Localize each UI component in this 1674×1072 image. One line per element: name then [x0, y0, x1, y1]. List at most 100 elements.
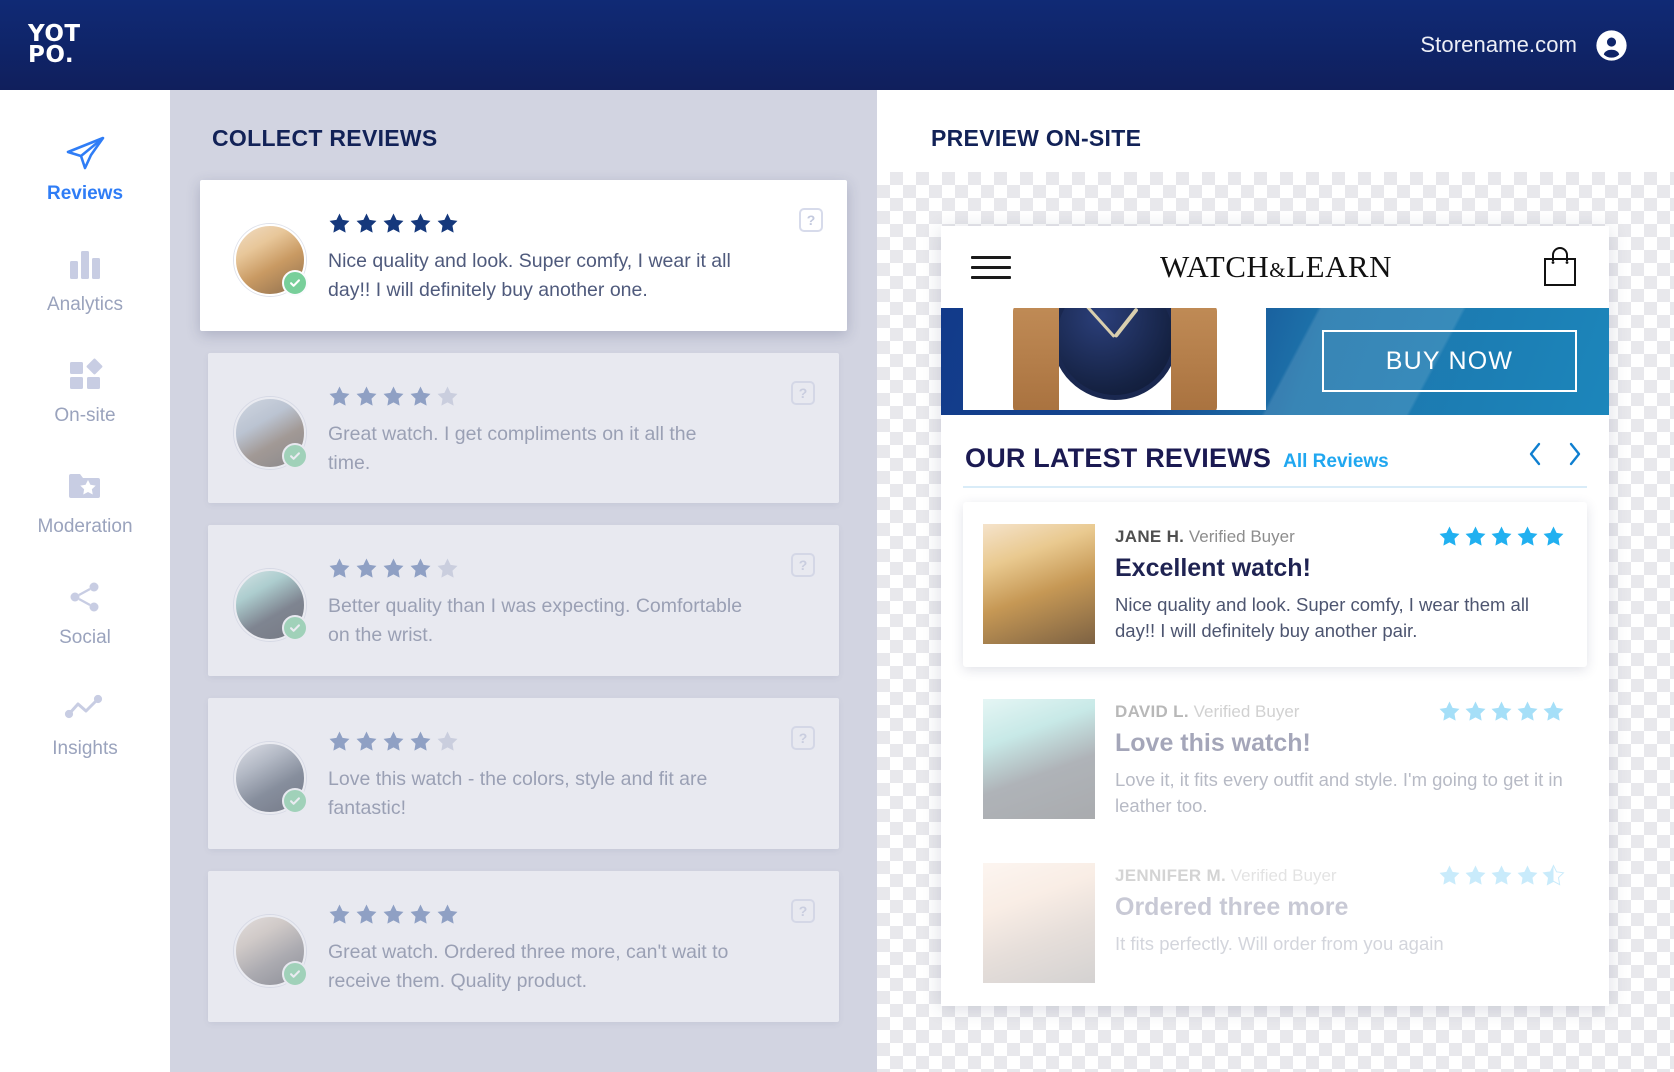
chevron-right-icon[interactable] [1565, 441, 1585, 467]
collect-reviews-title: COLLECT REVIEWS [212, 125, 438, 151]
watch-hour-hand [1112, 308, 1139, 339]
collect-reviews-list: Nice quality and look. Super comfy, I we… [170, 180, 877, 1022]
app-root: YOT PO. Storename.com Reviews Analytics … [0, 0, 1674, 1072]
verified-check-icon [282, 442, 308, 469]
star-rating [328, 730, 815, 753]
preview-review-thumbnail [983, 698, 1095, 819]
help-question-icon[interactable]: ? [799, 208, 823, 232]
preview-review-meta-row: JANE H. Verified Buyer [1115, 524, 1565, 548]
preview-star-rating [1438, 524, 1565, 548]
sidebar-label-social: Social [59, 627, 111, 648]
preview-review-meta-row: JENNIFER M. Verified Buyer [1115, 863, 1565, 887]
preview-review-text: Nice quality and look. Super comfy, I we… [1115, 594, 1530, 642]
sidebar-item-reviews[interactable]: Reviews [0, 132, 170, 205]
buy-now-button[interactable]: BUY NOW [1322, 330, 1577, 392]
yotpo-logo[interactable]: YOT PO. [22, 23, 81, 67]
preview-review-title: Excellent watch! [1115, 554, 1311, 582]
storefront-mockup: WATCH&LEARN BUY NOW OUR LATEST REVIEWS A… [941, 226, 1609, 1006]
preview-review-title: Love this watch! [1115, 728, 1311, 757]
preview-review-thumbnail [983, 863, 1095, 984]
verified-check-icon [282, 960, 308, 987]
preview-review-author: JENNIFER M. [1115, 866, 1226, 886]
help-question-icon[interactable]: ? [791, 553, 815, 578]
sidebar-label-analytics: Analytics [46, 294, 124, 315]
shapes-icon [62, 354, 108, 396]
collect-review-card[interactable]: Nice quality and look. Super comfy, I we… [200, 180, 847, 331]
preview-review-body: JENNIFER M. Verified Buyer Ordered three … [1115, 863, 1565, 983]
verified-check-icon [282, 270, 308, 296]
hero-product-photo [963, 308, 1266, 410]
collect-review-card[interactable]: Better quality than I was expecting. Com… [208, 525, 839, 677]
preview-review-body: JANE H. Verified Buyer Excellent watch! Ni… [1115, 524, 1565, 645]
collect-review-text: Great watch. Ordered three more, can't w… [328, 940, 729, 992]
sidebar: Reviews Analytics On-site Moderation Soc… [0, 90, 170, 1072]
preview-review-title: Ordered three more [1115, 893, 1349, 922]
hamburger-menu-icon[interactable] [971, 255, 1011, 279]
collect-review-text: Great watch. I get compliments on it all… [328, 422, 697, 474]
user-avatar-icon[interactable] [1595, 29, 1628, 62]
watch-strap-right [1170, 308, 1217, 410]
preview-star-rating [1438, 699, 1565, 723]
preview-review-author-line: JENNIFER M. Verified Buyer [1115, 863, 1337, 886]
preview-review-text: Love it, it fits every outfit and style.… [1115, 768, 1563, 816]
preview-review-author-line: DAVID L. Verified Buyer [1115, 699, 1299, 722]
star-rating [328, 212, 823, 235]
paper-plane-icon [62, 132, 108, 174]
collect-review-body: Nice quality and look. Super comfy, I we… [328, 206, 823, 305]
preview-review-text: It fits perfectly. Will order from you a… [1115, 933, 1444, 955]
sidebar-item-moderation[interactable]: Moderation [0, 465, 170, 538]
help-question-icon[interactable]: ? [791, 380, 815, 405]
reviewer-avatar-wrap [234, 742, 308, 815]
collect-review-card[interactable]: Great watch. I get compliments on it all… [208, 352, 839, 504]
storefront-logo-left: WATCH [1160, 249, 1270, 284]
star-rating [328, 903, 815, 926]
reviewer-avatar-wrap [234, 224, 308, 296]
sidebar-item-analytics[interactable]: Analytics [0, 243, 170, 316]
storefront-logo-amp: & [1269, 258, 1287, 282]
collect-review-body: Great watch. I get compliments on it all… [328, 379, 815, 478]
sidebar-item-social[interactable]: Social [0, 576, 170, 649]
top-bar: YOT PO. Storename.com [0, 0, 1674, 90]
star-rating [328, 557, 815, 580]
preview-on-site-title: PREVIEW ON-SITE [931, 125, 1142, 151]
collect-review-body: Love this watch - the colors, style and … [328, 724, 815, 823]
reviewer-avatar-wrap [234, 396, 308, 469]
sidebar-item-insights[interactable]: Insights [0, 687, 170, 760]
watch-minute-hand [1079, 308, 1116, 339]
reviewer-avatar-wrap [234, 569, 308, 642]
preview-on-site-panel: PREVIEW ON-SITE WATCH&LEARN BUY NOW OUR … [877, 90, 1674, 1072]
sidebar-item-on-site[interactable]: On-site [0, 354, 170, 427]
help-question-icon[interactable]: ? [791, 898, 815, 923]
wristwatch-graphic [1012, 308, 1217, 410]
verified-buyer-badge: Verified Buyer [1230, 866, 1337, 886]
help-question-icon[interactable]: ? [791, 726, 815, 751]
collect-review-body: Great watch. Ordered three more, can't w… [328, 897, 815, 996]
collect-review-card[interactable]: Great watch. Ordered three more, can't w… [208, 870, 839, 1022]
preview-review-body: DAVID L. Verified Buyer Love this watch! L… [1115, 699, 1565, 820]
preview-review-card[interactable]: JANE H. Verified Buyer Excellent watch! Ni… [963, 502, 1587, 667]
collect-review-card[interactable]: Love this watch - the colors, style and … [208, 698, 839, 849]
preview-review-author-line: JANE H. Verified Buyer [1115, 524, 1295, 547]
sidebar-label-reviews: Reviews [46, 183, 124, 204]
preview-review-card[interactable]: DAVID L. Verified Buyer Love this watch! L… [963, 676, 1587, 842]
watch-strap-left [1012, 308, 1059, 410]
sidebar-label-insights: Insights [52, 738, 118, 759]
preview-review-author: JANE H. [1115, 527, 1185, 546]
preview-review-card[interactable]: JENNIFER M. Verified Buyer Ordered three … [963, 841, 1587, 1006]
storefront-logo[interactable]: WATCH&LEARN [1160, 249, 1392, 285]
verified-check-icon [282, 788, 308, 815]
all-reviews-link[interactable]: All Reviews [1283, 451, 1389, 473]
reviewer-avatar-wrap [234, 914, 308, 987]
chevron-left-icon[interactable] [1525, 441, 1545, 467]
star-rating [328, 385, 815, 408]
store-name-label: Storename.com [1420, 32, 1577, 57]
shopping-bag-icon[interactable] [1541, 246, 1579, 288]
collect-review-body: Better quality than I was expecting. Com… [328, 551, 815, 650]
reviews-carousel-nav [1525, 441, 1585, 467]
preview-review-thumbnail [983, 524, 1095, 644]
storefront-header: WATCH&LEARN [941, 226, 1609, 308]
preview-review-author: DAVID L. [1115, 701, 1189, 721]
hero-banner: BUY NOW [941, 308, 1609, 415]
verified-check-icon [282, 615, 308, 642]
reviews-widget-title: OUR LATEST REVIEWS [965, 443, 1272, 473]
